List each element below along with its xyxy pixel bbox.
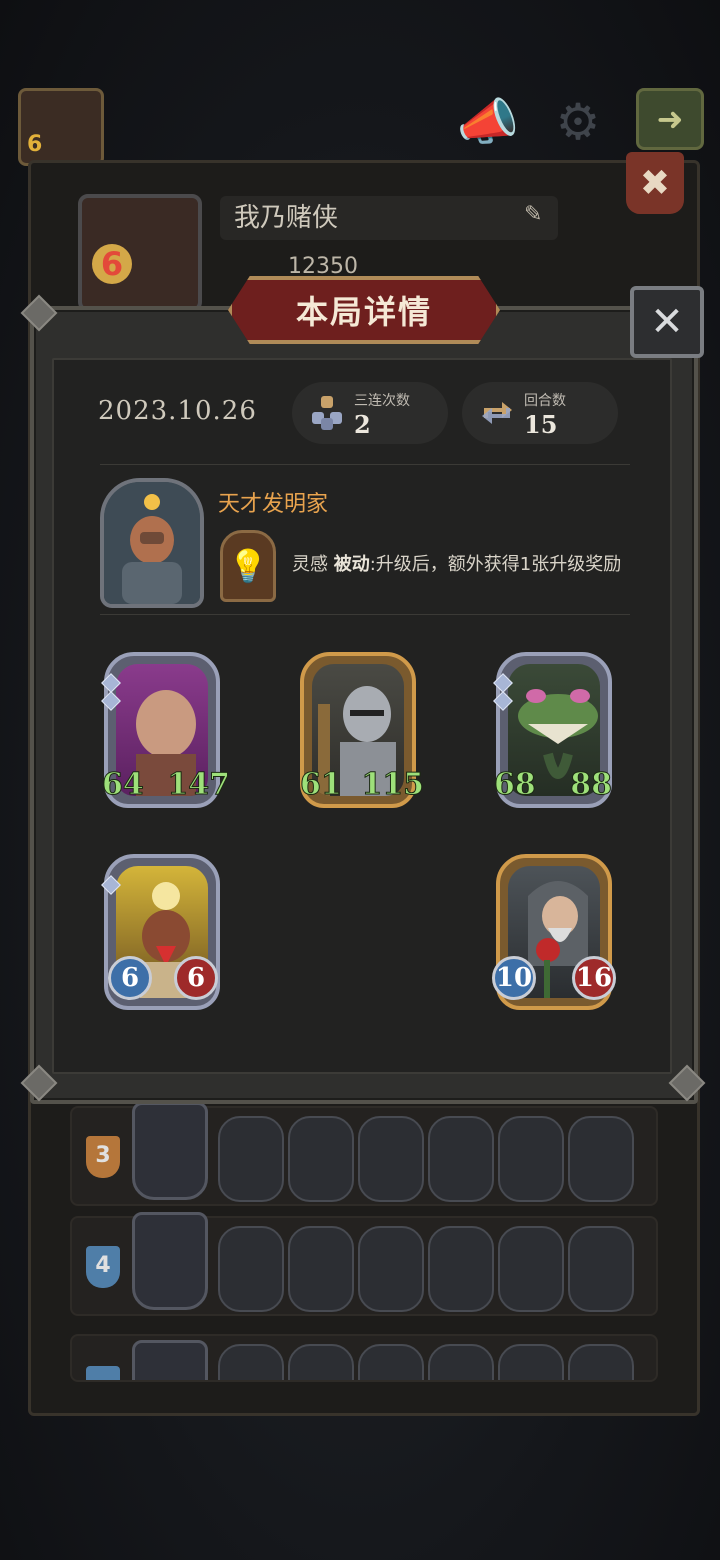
close-icon[interactable]: ✕ bbox=[630, 286, 704, 358]
triple-count-stat: 三连次数 2 bbox=[292, 382, 448, 444]
minion-portrait bbox=[218, 1226, 284, 1312]
minion-health: 16 bbox=[572, 956, 616, 1000]
minion-card[interactable]: 61 115 bbox=[300, 652, 424, 808]
minion-portrait bbox=[568, 1344, 634, 1380]
minion-card[interactable]: 6 6 bbox=[101, 854, 220, 1010]
gear-icon[interactable]: ⚙ bbox=[546, 92, 610, 152]
stat-label: 三连次数 bbox=[354, 393, 410, 409]
profile-close-button[interactable]: ✖ bbox=[626, 152, 684, 214]
player-level-badge: 6 bbox=[27, 132, 43, 157]
player-score: 12350 bbox=[288, 254, 358, 279]
player-name-field[interactable]: 我乃赌侠 bbox=[220, 196, 558, 240]
minion-portrait bbox=[568, 1116, 634, 1202]
hero-portrait bbox=[132, 1212, 208, 1310]
hero-skill-description: 灵感 被动:升级后，额外获得1张升级奖励 bbox=[292, 550, 621, 576]
minion-health: 115 bbox=[361, 767, 425, 803]
minion-health: 6 bbox=[174, 956, 218, 1000]
stat-value: 2 bbox=[354, 410, 371, 439]
lineup-row[interactable]: 3 bbox=[70, 1102, 658, 1206]
minion-portrait bbox=[568, 1226, 634, 1312]
hero-portrait bbox=[132, 1340, 208, 1380]
rank-badge bbox=[86, 1366, 120, 1380]
minion-portrait bbox=[218, 1116, 284, 1202]
modal-title: 本局详情 bbox=[295, 293, 432, 331]
minion-portrait bbox=[498, 1226, 564, 1312]
minion-health: 88 bbox=[570, 767, 613, 803]
exit-icon[interactable]: ➜ bbox=[636, 88, 704, 150]
minion-attack: 61 bbox=[300, 767, 343, 803]
skill-type: 被动 bbox=[333, 554, 370, 575]
minion-attack: 6 bbox=[108, 956, 152, 1000]
minion-attack: 10 bbox=[492, 956, 536, 1000]
minion-portrait bbox=[288, 1226, 354, 1312]
pencil-icon[interactable]: ✎ bbox=[524, 202, 552, 232]
hero-portrait bbox=[100, 478, 204, 608]
minion-portrait bbox=[498, 1344, 564, 1380]
skill-name: 灵感 bbox=[292, 554, 328, 575]
hero-name: 天才发明家 bbox=[218, 492, 329, 517]
lineup-row[interactable] bbox=[70, 1334, 658, 1382]
lineup-row[interactable]: 4 bbox=[70, 1212, 658, 1316]
divider bbox=[100, 464, 630, 465]
player-avatar-small[interactable]: 6 bbox=[18, 88, 104, 166]
minion-attack: 68 bbox=[494, 767, 537, 803]
stat-value: 15 bbox=[524, 410, 558, 439]
minion-portrait bbox=[288, 1344, 354, 1380]
profile-avatar: 6 bbox=[78, 194, 202, 312]
title-banner: 本局详情 bbox=[228, 276, 500, 344]
minion-portrait bbox=[428, 1344, 494, 1380]
minion-portrait bbox=[498, 1116, 564, 1202]
match-date: 2023.10.26 bbox=[98, 396, 257, 426]
minion-attack: 64 bbox=[102, 767, 145, 803]
minion-portrait bbox=[428, 1226, 494, 1312]
minion-health: 147 bbox=[167, 767, 231, 803]
minion-card[interactable]: 64 147 bbox=[101, 652, 230, 808]
minion-portrait bbox=[218, 1344, 284, 1380]
lightbulb-icon[interactable]: 💡 bbox=[220, 530, 276, 602]
profile-level-badge: 6 bbox=[92, 244, 132, 284]
skill-effect: :升级后，额外获得1张升级奖励 bbox=[369, 554, 622, 575]
minion-portrait bbox=[428, 1116, 494, 1202]
megaphone-icon[interactable]: 📣 bbox=[456, 92, 520, 152]
stat-label: 回合数 bbox=[524, 393, 566, 409]
rank-badge: 3 bbox=[86, 1136, 120, 1178]
round-count-stat: 回合数 15 bbox=[462, 382, 618, 444]
minion-portrait bbox=[358, 1226, 424, 1312]
minion-portrait bbox=[358, 1344, 424, 1380]
triple-stack-icon bbox=[306, 392, 348, 434]
hero-portrait bbox=[132, 1102, 208, 1200]
minion-portrait bbox=[288, 1116, 354, 1202]
rank-badge: 4 bbox=[86, 1246, 120, 1288]
minion-card[interactable]: 10 16 bbox=[492, 854, 616, 1010]
minion-portrait bbox=[358, 1116, 424, 1202]
minion-card[interactable]: 68 88 bbox=[493, 652, 613, 808]
divider bbox=[100, 614, 630, 615]
cycle-arrows-icon bbox=[476, 392, 518, 434]
